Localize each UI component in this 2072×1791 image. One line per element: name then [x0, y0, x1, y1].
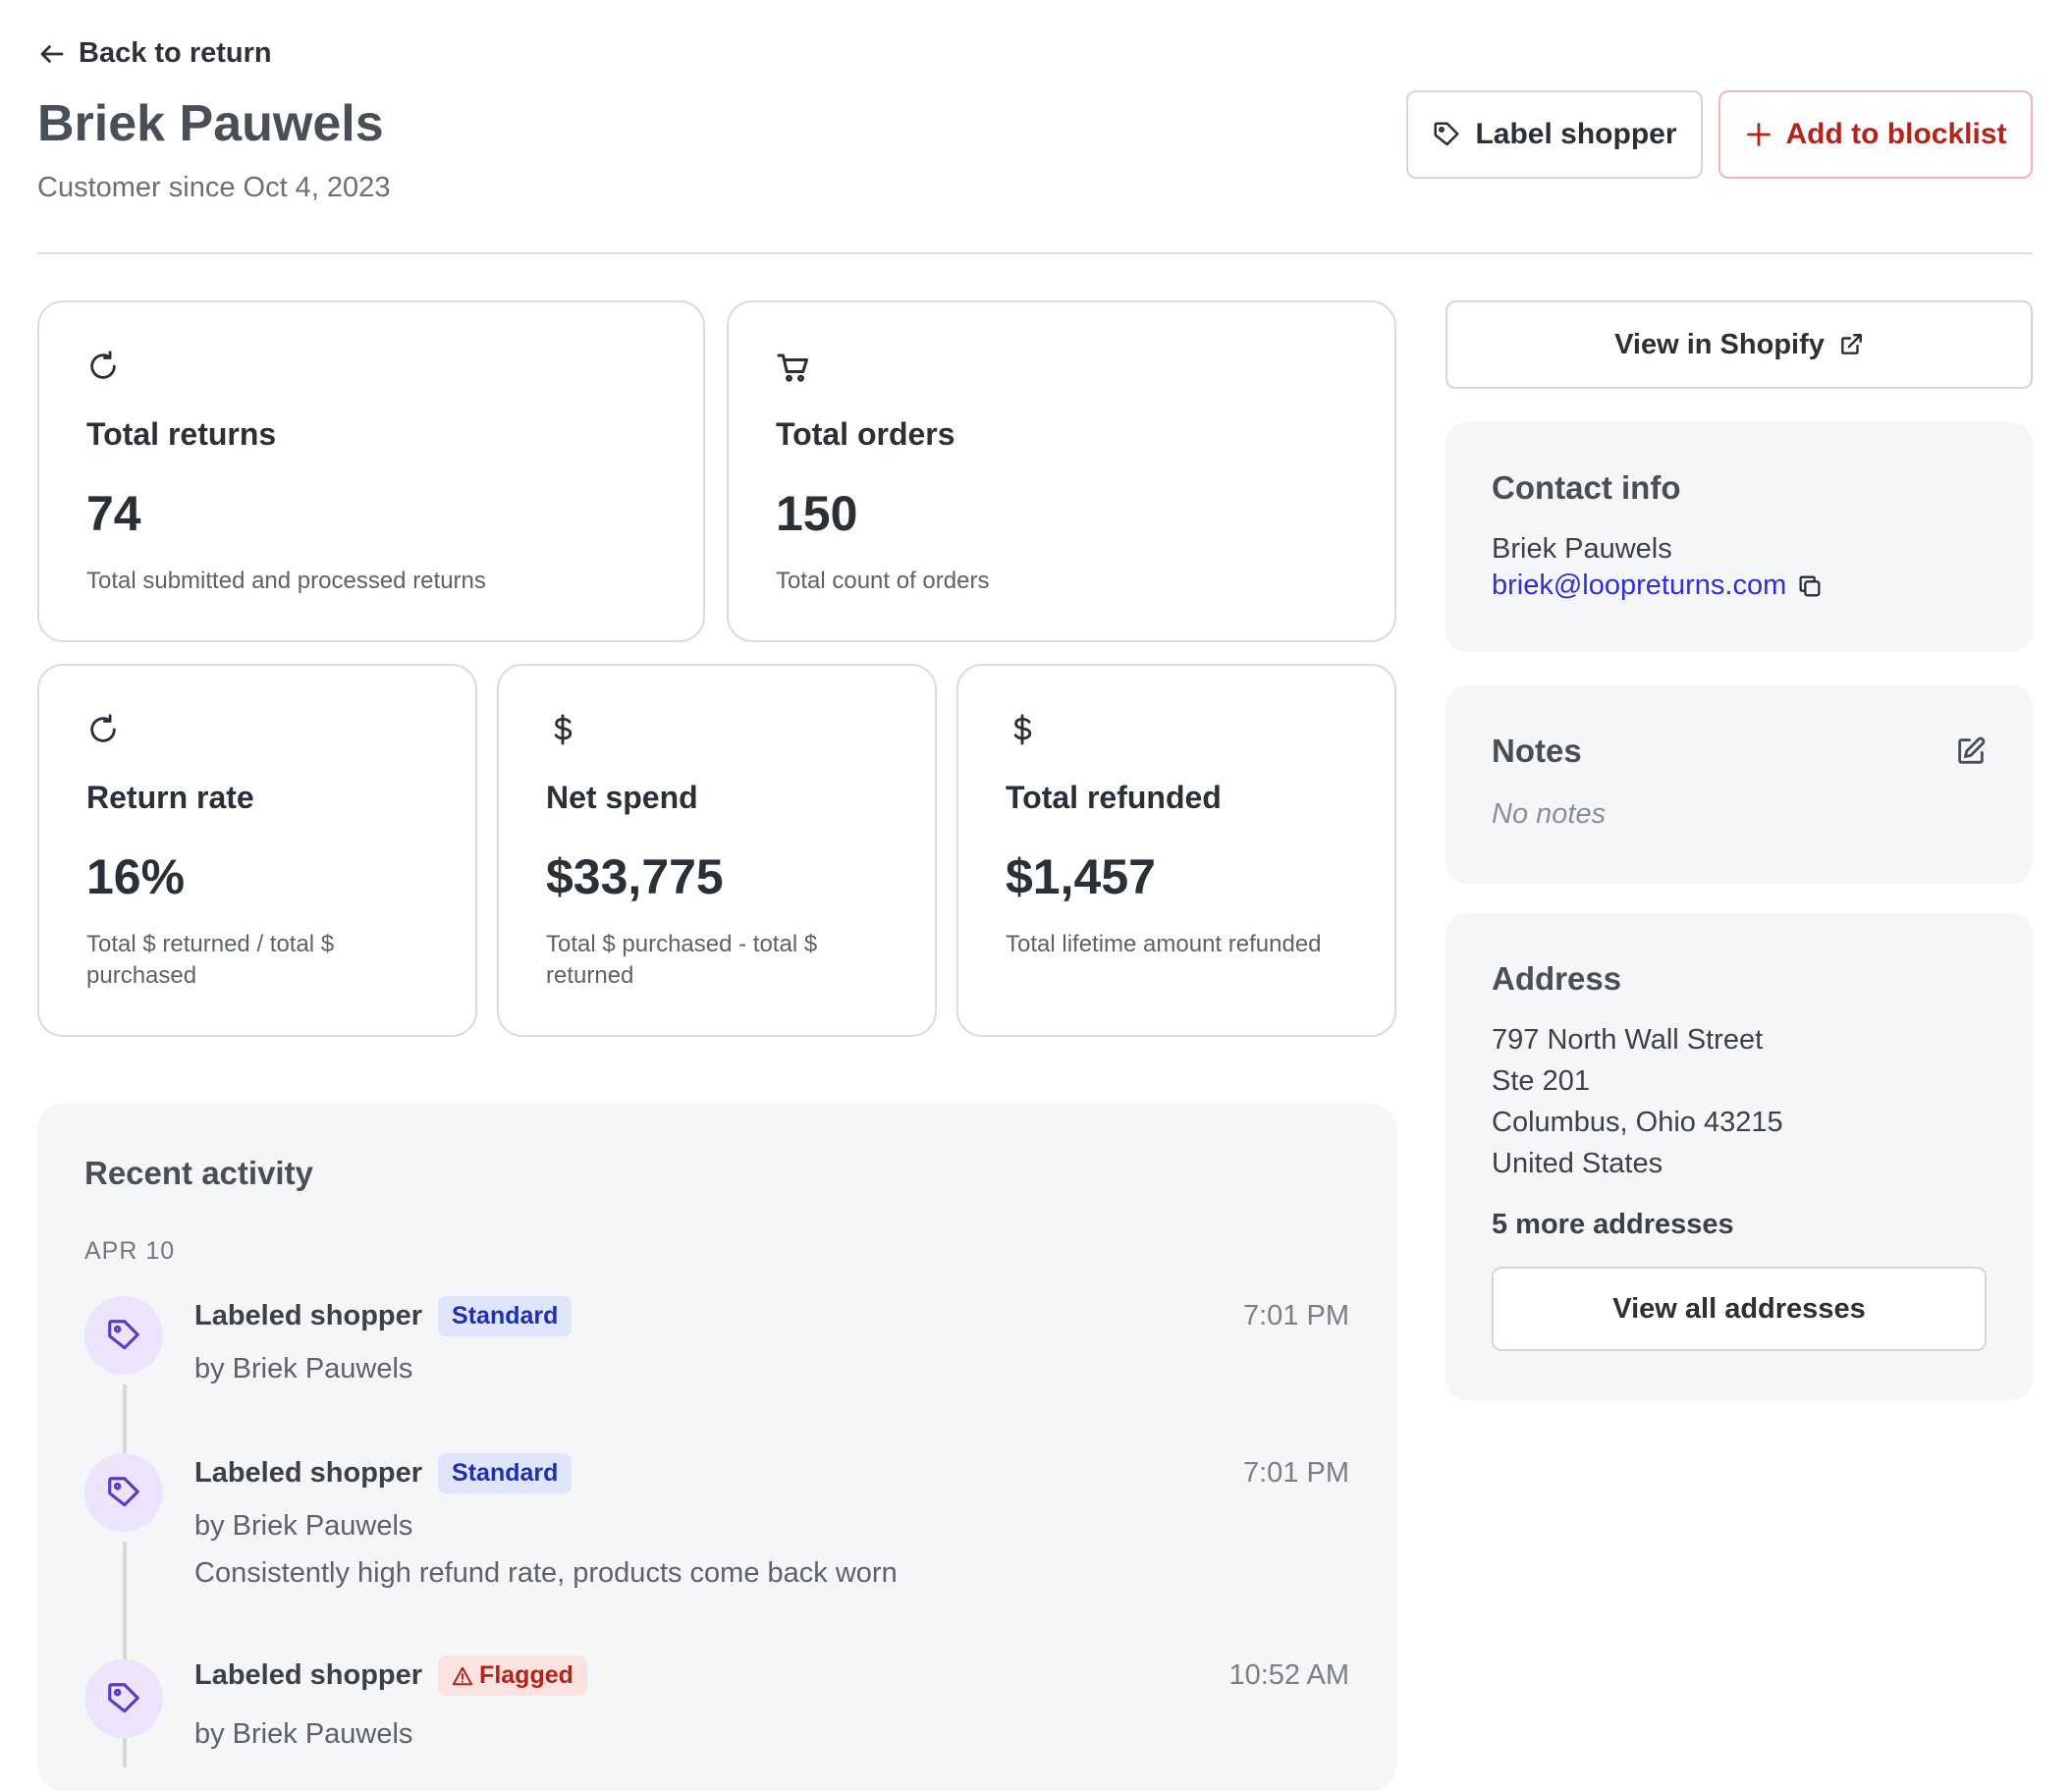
- plus-icon: [1746, 123, 1771, 146]
- stat-description: Total count of orders: [776, 568, 990, 594]
- header-divider: [37, 252, 2033, 254]
- activity-event-author: by Briek Pauwels: [194, 1510, 413, 1542]
- recent-activity-title: Recent activity: [84, 1155, 313, 1191]
- address-line-3: Columbus, Ohio 43215: [1492, 1107, 1783, 1138]
- event-title-text: Labeled shopper: [194, 1457, 423, 1489]
- cart-icon: [777, 353, 808, 382]
- tag-icon: [108, 1683, 139, 1713]
- stat-label: Net spend: [546, 780, 698, 815]
- external-link-icon: [1841, 334, 1862, 354]
- dollar-icon: [1013, 714, 1032, 745]
- stat-card-total-returns: Total returns 74 Total submitted and pro…: [37, 300, 705, 642]
- contact-email-link[interactable]: briek@loopreturns.com: [1492, 570, 1824, 602]
- address-panel: Address 797 North Wall Street Ste 201 Co…: [1445, 913, 2033, 1400]
- stat-value: $33,775: [546, 849, 724, 904]
- copy-icon[interactable]: [1796, 572, 1824, 600]
- stat-description: Total $ returned / total $ purchased: [86, 931, 335, 989]
- stat-description: Total submitted and processed returns: [86, 568, 486, 594]
- view-in-shopify-button[interactable]: View in Shopify: [1445, 300, 2033, 389]
- activity-event-icon: [84, 1659, 163, 1738]
- stat-label: Return rate: [86, 780, 254, 815]
- event-title-text: Labeled shopper: [194, 1659, 423, 1691]
- back-link[interactable]: Back to return: [37, 37, 272, 70]
- activity-event-title: Labeled shopper Flagged: [194, 1655, 587, 1696]
- label-badge-standard: Standard: [438, 1296, 573, 1336]
- tag-icon: [108, 1320, 139, 1350]
- back-link-label: Back to return: [79, 37, 272, 69]
- activity-event-author: by Briek Pauwels: [194, 1718, 413, 1750]
- dollar-icon: [554, 714, 573, 745]
- stat-label: Total returns: [86, 416, 277, 452]
- recent-activity-panel: Recent activity APR 10 Labeled shopper S…: [37, 1104, 1396, 1791]
- activity-event-time: 7:01 PM: [1243, 1300, 1349, 1331]
- stat-value: 74: [86, 486, 141, 541]
- activity-day: APR 10: [84, 1237, 176, 1265]
- address-line-4: United States: [1492, 1148, 1663, 1179]
- tag-icon: [108, 1477, 139, 1507]
- stat-value: 150: [776, 486, 858, 541]
- label-shopper-button[interactable]: Label shopper: [1406, 90, 1703, 179]
- contact-info-title: Contact info: [1492, 469, 1681, 506]
- activity-event-note: Consistently high refund rate, products …: [194, 1557, 898, 1589]
- contact-email[interactable]: briek@loopreturns.com: [1492, 570, 1786, 602]
- stat-card-total-refunded: Total refunded $1,457 Total lifetime amo…: [956, 664, 1396, 1037]
- tag-icon: [1434, 122, 1459, 146]
- contact-info-panel: Contact info Briek Pauwels briek@loopret…: [1445, 422, 2033, 652]
- contact-name: Briek Pauwels: [1492, 533, 1672, 565]
- view-all-addresses-button[interactable]: View all addresses: [1492, 1267, 1987, 1351]
- notes-empty: No notes: [1492, 798, 1607, 830]
- warning-icon: [452, 1666, 473, 1685]
- address-title: Address: [1492, 960, 1622, 997]
- event-title-text: Labeled shopper: [194, 1300, 423, 1331]
- arrow-left-icon: [40, 44, 64, 63]
- stat-value: 16%: [86, 849, 186, 904]
- activity-event-title: Labeled shopper Standard: [194, 1296, 573, 1336]
- stat-value: $1,457: [1006, 849, 1156, 904]
- refresh-icon: [90, 351, 116, 379]
- page-title: Briek Pauwels: [37, 95, 384, 152]
- add-to-blocklist-button[interactable]: Add to blocklist: [1718, 90, 2033, 179]
- label-badge-flagged: Flagged: [438, 1655, 587, 1696]
- label-shopper-label: Label shopper: [1475, 118, 1677, 150]
- activity-event-time: 10:52 AM: [1228, 1659, 1349, 1691]
- stat-description: Total $ purchased - total $ returned: [546, 931, 818, 989]
- more-addresses: 5 more addresses: [1492, 1209, 1734, 1240]
- notes-title: Notes: [1492, 733, 1582, 769]
- notes-panel: Notes No notes: [1445, 685, 2033, 884]
- address-line-1: 797 North Wall Street: [1492, 1024, 1764, 1056]
- stat-label: Total refunded: [1006, 780, 1222, 815]
- activity-event-time: 7:01 PM: [1243, 1457, 1349, 1489]
- view-in-shopify-label: View in Shopify: [1614, 328, 1825, 360]
- activity-event-author: by Briek Pauwels: [194, 1353, 413, 1384]
- stat-card-net-spend: Net spend $33,775 Total $ purchased - to…: [497, 664, 937, 1037]
- refresh-icon: [90, 714, 116, 742]
- stat-description: Total lifetime amount refunded: [1006, 931, 1322, 957]
- stat-card-total-orders: Total orders 150 Total count of orders: [727, 300, 1396, 642]
- stat-card-return-rate: Return rate 16% Total $ returned / total…: [37, 664, 477, 1037]
- stat-label: Total orders: [776, 416, 955, 452]
- label-badge-standard: Standard: [438, 1453, 573, 1493]
- add-to-blocklist-label: Add to blocklist: [1785, 118, 2007, 150]
- edit-icon[interactable]: [1954, 734, 1988, 768]
- activity-event-icon: [84, 1453, 163, 1532]
- customer-since: Customer since Oct 4, 2023: [37, 172, 391, 203]
- address-line-2: Ste 201: [1492, 1065, 1590, 1097]
- activity-event-title: Labeled shopper Standard: [194, 1453, 573, 1493]
- flagged-badge-text: Flagged: [479, 1661, 573, 1689]
- activity-event-icon: [84, 1296, 163, 1375]
